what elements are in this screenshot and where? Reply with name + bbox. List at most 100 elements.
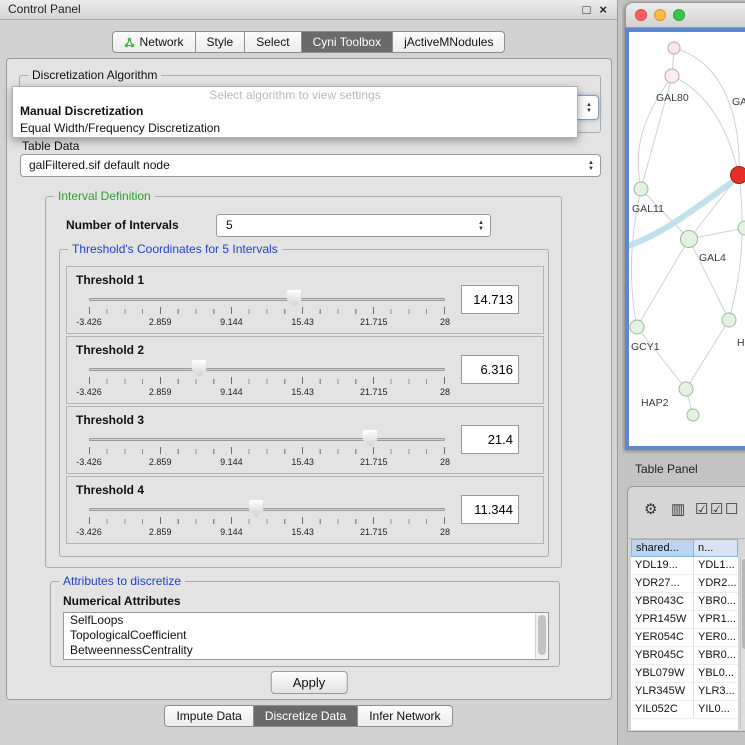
control-panel-titlebar[interactable]: Control Panel □ × bbox=[0, 0, 617, 20]
cell[interactable]: YDR27... bbox=[631, 575, 694, 592]
group-title: Interval Definition bbox=[54, 189, 155, 203]
scrollbar-thumb[interactable] bbox=[538, 615, 546, 655]
zoom-traffic-button[interactable] bbox=[673, 9, 685, 21]
cell[interactable]: YIL052C bbox=[631, 701, 694, 718]
table-scrollbar[interactable] bbox=[740, 557, 745, 729]
network-node[interactable] bbox=[634, 182, 648, 196]
table-toolbar: ⚙ ▥ ☑ ☑ ☐ bbox=[628, 487, 745, 539]
cell[interactable]: YBL079W bbox=[631, 665, 694, 682]
network-canvas[interactable]: GAL80 GA GAL11 GAL4 GCY1 H HAP2 bbox=[629, 32, 745, 446]
column-header-name[interactable]: n... bbox=[694, 539, 738, 557]
apply-button[interactable]: Apply bbox=[271, 671, 348, 694]
network-node[interactable] bbox=[681, 231, 698, 248]
spinner-arrows-icon[interactable]: ▲▼ bbox=[478, 220, 484, 232]
threshold-1-value[interactable] bbox=[461, 285, 519, 314]
dropdown-option-manual-discretization[interactable]: Manual Discretization bbox=[13, 103, 577, 120]
cell[interactable]: YBL0... bbox=[694, 665, 738, 682]
slider-ticks bbox=[89, 517, 445, 524]
slider-track[interactable] bbox=[89, 438, 445, 441]
table-row[interactable]: YIL052CYIL0... bbox=[631, 701, 738, 719]
cell[interactable]: YBR0... bbox=[694, 647, 738, 664]
threshold-3-value[interactable] bbox=[461, 425, 519, 454]
minimize-traffic-button[interactable] bbox=[654, 9, 666, 21]
number-of-intervals-spinner[interactable]: 5 ▲▼ bbox=[216, 214, 491, 237]
table-row[interactable]: YDL19...YDL1... bbox=[631, 557, 738, 575]
network-node[interactable] bbox=[722, 313, 736, 327]
threshold-4-value[interactable] bbox=[461, 495, 519, 524]
threshold-4-slider[interactable]: -3.426 2.859 9.144 15.43 21.715 28 bbox=[89, 499, 445, 543]
close-traffic-button[interactable] bbox=[635, 9, 647, 21]
table-row[interactable]: YBR045CYBR0... bbox=[631, 647, 738, 665]
network-node[interactable] bbox=[738, 221, 745, 235]
cell[interactable]: YIL0... bbox=[694, 701, 738, 718]
table-row[interactable]: YLR345WYLR3... bbox=[631, 683, 738, 701]
slider-thumb[interactable] bbox=[363, 430, 378, 447]
list-scrollbar[interactable] bbox=[535, 613, 548, 659]
list-item[interactable]: BetweennessCentrality bbox=[64, 643, 548, 658]
threshold-2-slider[interactable]: -3.426 2.859 9.144 15.43 21.715 28 bbox=[89, 359, 445, 403]
slider-track[interactable] bbox=[89, 368, 445, 371]
scale-label: -3.426 bbox=[76, 457, 102, 467]
cell[interactable]: YDR2... bbox=[694, 575, 738, 592]
slider-thumb[interactable] bbox=[249, 500, 264, 517]
columns-icon[interactable]: ▥ bbox=[671, 500, 685, 518]
tab-style[interactable]: Style bbox=[196, 31, 246, 53]
network-node-selected-red[interactable] bbox=[731, 167, 745, 184]
network-icon bbox=[124, 37, 135, 48]
tab-discretize-data[interactable]: Discretize Data bbox=[254, 705, 358, 727]
float-window-icon[interactable]: □ bbox=[583, 0, 591, 19]
table-data-combobox[interactable]: galFiltered.sif default node ▲▼ bbox=[20, 154, 601, 177]
node-label: HAP2 bbox=[641, 397, 669, 409]
tab-jactivemnodules[interactable]: jActiveMNodules bbox=[393, 31, 505, 53]
gear-icon[interactable]: ⚙ bbox=[644, 500, 657, 518]
slider-thumb[interactable] bbox=[287, 290, 302, 307]
cell[interactable]: YDL1... bbox=[694, 557, 738, 574]
table-row[interactable]: YPR145WYPR1... bbox=[631, 611, 738, 629]
tab-network[interactable]: Network bbox=[112, 31, 196, 53]
table-row[interactable]: YBR043CYBR0... bbox=[631, 593, 738, 611]
cell[interactable]: YER0... bbox=[694, 629, 738, 646]
numerical-attributes-list[interactable]: SelfLoops TopologicalCoefficient Between… bbox=[63, 612, 549, 660]
cell[interactable]: YBR045C bbox=[631, 647, 694, 664]
slider-track[interactable] bbox=[89, 508, 445, 511]
cell[interactable]: YBR0... bbox=[694, 593, 738, 610]
slider-scale: -3.426 2.859 9.144 15.43 21.715 28 bbox=[89, 387, 445, 399]
cell[interactable]: YPR145W bbox=[631, 611, 694, 628]
scale-label: 9.144 bbox=[220, 387, 243, 397]
network-window-titlebar[interactable] bbox=[625, 2, 745, 28]
network-node[interactable] bbox=[687, 409, 699, 421]
slider-track[interactable] bbox=[89, 298, 445, 301]
slider-thumb[interactable] bbox=[192, 360, 207, 377]
cell[interactable]: YDL19... bbox=[631, 557, 694, 574]
tab-cyni-toolbox[interactable]: Cyni Toolbox bbox=[302, 31, 393, 53]
dropdown-option-equal-width[interactable]: Equal Width/Frequency Discretization bbox=[13, 120, 577, 137]
cell[interactable]: YPR1... bbox=[694, 611, 738, 628]
threshold-1-slider[interactable]: -3.426 2.859 9.144 15.43 21.715 28 bbox=[89, 289, 445, 333]
table-row[interactable]: YDR27...YDR2... bbox=[631, 575, 738, 593]
network-node[interactable] bbox=[665, 69, 679, 83]
network-node[interactable] bbox=[630, 320, 644, 334]
network-node[interactable] bbox=[679, 382, 693, 396]
tab-select[interactable]: Select bbox=[245, 31, 301, 53]
list-item[interactable]: SelfLoops bbox=[64, 613, 548, 628]
threshold-2-value[interactable] bbox=[461, 355, 519, 384]
cell[interactable]: YLR345W bbox=[631, 683, 694, 700]
close-icon[interactable]: × bbox=[599, 0, 607, 19]
threshold-3-slider[interactable]: -3.426 2.859 9.144 15.43 21.715 28 bbox=[89, 429, 445, 473]
table-row[interactable]: YBL079WYBL0... bbox=[631, 665, 738, 683]
cell[interactable]: YER054C bbox=[631, 629, 694, 646]
checkbox-icon[interactable]: ☑ bbox=[710, 500, 723, 518]
network-node[interactable] bbox=[668, 42, 680, 54]
group-title: Attributes to discretize bbox=[59, 574, 185, 588]
list-item[interactable]: TopologicalCoefficient bbox=[64, 628, 548, 643]
table-row[interactable]: YER054CYER0... bbox=[631, 629, 738, 647]
cell[interactable]: YLR3... bbox=[694, 683, 738, 700]
network-view-window: GAL80 GA GAL11 GAL4 GCY1 H HAP2 bbox=[625, 2, 745, 450]
bottom-tab-bar: Impute Data Discretize Data Infer Networ… bbox=[0, 705, 617, 727]
tab-infer-network[interactable]: Infer Network bbox=[358, 705, 452, 727]
column-header-shared-name[interactable]: shared... bbox=[631, 539, 694, 557]
checkbox-icon[interactable]: ☐ bbox=[725, 500, 738, 518]
cell[interactable]: YBR043C bbox=[631, 593, 694, 610]
tab-impute-data[interactable]: Impute Data bbox=[164, 705, 253, 727]
checkbox-icon[interactable]: ☑ bbox=[695, 500, 708, 518]
